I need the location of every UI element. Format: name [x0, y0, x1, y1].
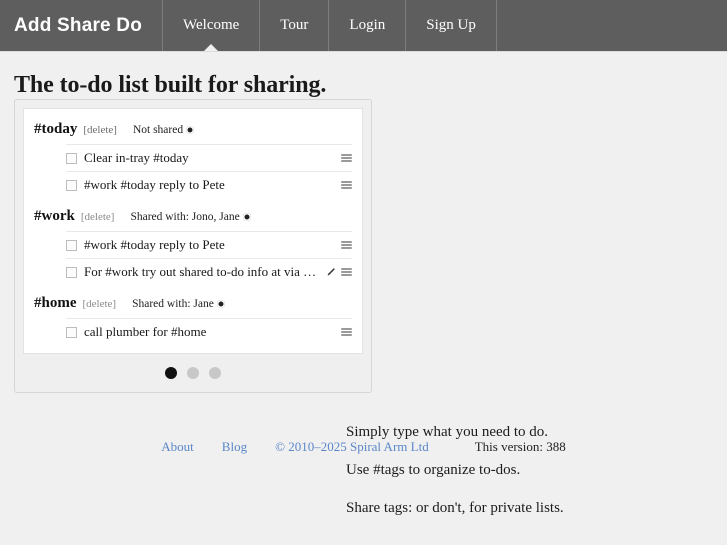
- nav-item-label: Tour: [280, 17, 309, 33]
- nav-item-label: Welcome: [183, 17, 240, 33]
- list-tag-name[interactable]: #work: [34, 208, 75, 225]
- feature-item: Use #tags to organize to-dos.: [346, 462, 521, 478]
- row-icons: [335, 328, 352, 336]
- edit-pencil-icon[interactable]: [326, 267, 336, 277]
- todo-checkbox[interactable]: [66, 266, 77, 278]
- list-group: #today [delete] Not shared Clear in-tray…: [34, 115, 352, 202]
- nav-item-signup[interactable]: Sign Up: [406, 0, 497, 51]
- footer-copyright[interactable]: © 2010–2025 Spiral Arm Ltd: [275, 439, 429, 455]
- drag-handle-icon[interactable]: [341, 154, 352, 162]
- drag-handle-icon[interactable]: [341, 181, 352, 189]
- gear-icon[interactable]: [216, 300, 225, 308]
- share-state[interactable]: Shared with: Jono, Jane: [130, 211, 251, 223]
- footer-link-blog[interactable]: Blog: [222, 439, 247, 455]
- delete-list-link[interactable]: [delete]: [81, 211, 115, 223]
- share-state[interactable]: Not shared: [132, 124, 195, 136]
- gear-icon[interactable]: [186, 126, 195, 134]
- screenshot-carousel-card: #today [delete] Not shared Clear in-tray…: [14, 99, 372, 393]
- gear-icon[interactable]: [242, 213, 251, 221]
- table-row[interactable]: Clear in-tray #today: [66, 144, 352, 171]
- carousel-dot-3[interactable]: [209, 367, 221, 379]
- share-state-label: Shared with: Jane: [132, 298, 214, 310]
- list-group: #work [delete] Shared with: Jono, Jane #…: [34, 202, 352, 289]
- brand-logo[interactable]: Add Share Do: [0, 0, 164, 51]
- list-tag-name[interactable]: #today: [34, 121, 77, 138]
- carousel-dot-1[interactable]: [165, 367, 177, 379]
- footer-link-about[interactable]: About: [161, 439, 194, 455]
- screenshot-panel: #today [delete] Not shared Clear in-tray…: [23, 108, 363, 354]
- table-row[interactable]: #work #today reply to Pete: [66, 171, 352, 198]
- navbar: Add Share Do Welcome Tour Login Sign Up: [0, 0, 727, 52]
- todo-checkbox[interactable]: [66, 326, 77, 338]
- share-state[interactable]: Shared with: Jane: [132, 298, 225, 310]
- carousel-dots: [23, 354, 363, 392]
- active-tab-caret-icon: [204, 44, 219, 51]
- table-row[interactable]: #work #today reply to Pete: [66, 231, 352, 258]
- todo-text: call plumber for #home: [84, 324, 207, 339]
- nav-item-label: Sign Up: [426, 17, 476, 33]
- row-icons: [335, 241, 352, 249]
- todo-checkbox[interactable]: [66, 152, 77, 164]
- nav-items: Welcome Tour Login Sign Up: [163, 0, 497, 51]
- list-group-header: #today [delete] Not shared: [34, 115, 352, 144]
- page-title: The to-do list built for sharing.: [14, 72, 327, 98]
- carousel-dot-2[interactable]: [187, 367, 199, 379]
- feature-item: Share tags: or don't, for private lists.: [346, 500, 564, 516]
- drag-handle-icon[interactable]: [341, 268, 352, 276]
- share-state-label: Not shared: [132, 124, 184, 136]
- todo-checkbox[interactable]: [66, 179, 77, 191]
- delete-list-link[interactable]: [delete]: [83, 298, 117, 310]
- nav-item-tour[interactable]: Tour: [260, 0, 330, 51]
- todo-text: #work #today reply to Pete: [84, 237, 225, 252]
- drag-handle-icon[interactable]: [341, 328, 352, 336]
- share-state-label: Shared with: Jono, Jane: [130, 211, 240, 223]
- todo-text: #work #today reply to Pete: [84, 177, 225, 192]
- list-tag-name[interactable]: #home: [34, 295, 77, 312]
- nav-item-label: Login: [349, 17, 386, 33]
- row-icons: [335, 154, 352, 162]
- todo-text: For #work try out shared to-do info at v…: [84, 264, 320, 279]
- nav-item-welcome[interactable]: Welcome: [163, 0, 261, 51]
- row-icons: [335, 181, 352, 189]
- footer-version: This version: 388: [474, 439, 566, 454]
- row-icons: [320, 267, 352, 277]
- list-group-header: #work [delete] Shared with: Jono, Jane: [34, 202, 352, 231]
- nav-item-login[interactable]: Login: [329, 0, 407, 51]
- todo-text: Clear in-tray #today: [84, 150, 189, 165]
- table-row[interactable]: call plumber for #home: [66, 318, 352, 345]
- list-group: #home [delete] Shared with: Jane call pl…: [34, 289, 352, 349]
- todo-checkbox[interactable]: [66, 239, 77, 251]
- table-row[interactable]: For #work try out shared to-do info at v…: [66, 258, 352, 285]
- drag-handle-icon[interactable]: [341, 241, 352, 249]
- delete-list-link[interactable]: [delete]: [83, 124, 117, 136]
- footer: About Blog © 2010–2025 Spiral Arm Ltd Th…: [0, 439, 727, 455]
- list-group-header: #home [delete] Shared with: Jane: [34, 289, 352, 318]
